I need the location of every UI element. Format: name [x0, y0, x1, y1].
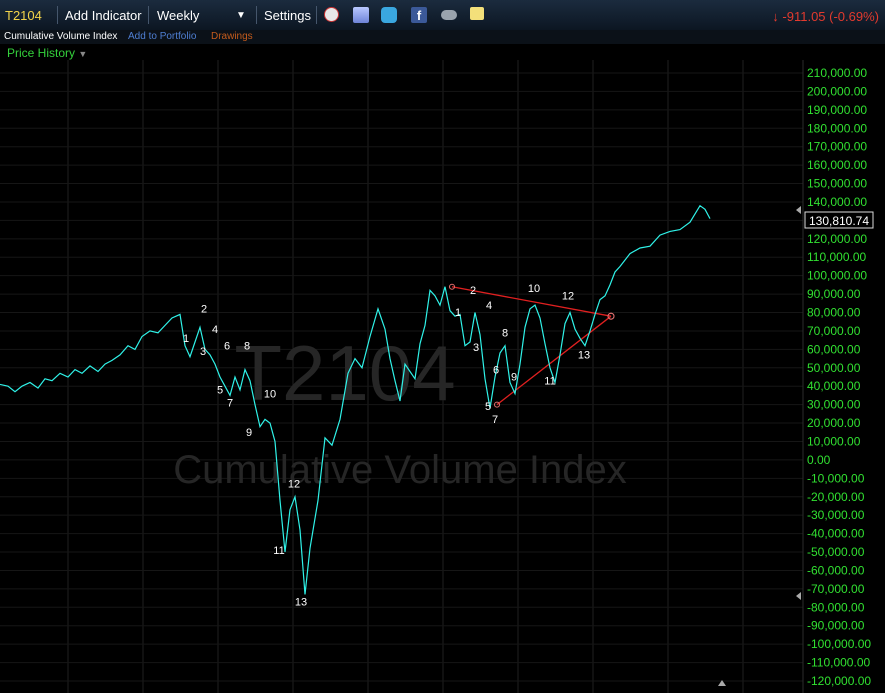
scroll-marker-icon[interactable] [796, 592, 801, 600]
wave-label: 6 [224, 340, 230, 352]
wave-label: 9 [511, 372, 517, 384]
watermark-symbol: T2104 [234, 329, 455, 417]
y-tick-label: 50,000.00 [807, 361, 861, 375]
y-tick-label: -70,000.00 [807, 582, 865, 596]
y-tick-label: 90,000.00 [807, 287, 861, 301]
wave-label: 7 [492, 414, 498, 426]
y-tick-label: 120,000.00 [807, 232, 867, 246]
y-tick-label: 200,000.00 [807, 84, 867, 98]
wave-label: 9 [246, 427, 252, 439]
y-tick-label: 140,000.00 [807, 195, 867, 209]
chart: T2104 Cumulative Volume Index 1234567891… [0, 60, 874, 693]
y-tick-label: 100,000.00 [807, 269, 867, 283]
wave-label: 8 [502, 327, 508, 339]
wave-label: 12 [288, 479, 300, 491]
wave-label: 2 [201, 304, 207, 316]
y-tick-label: -30,000.00 [807, 508, 865, 522]
wave-label: 6 [493, 364, 499, 376]
y-tick-label: -100,000.00 [807, 637, 871, 651]
y-tick-label: -110,000.00 [807, 656, 870, 670]
watermark-name: Cumulative Volume Index [173, 448, 627, 492]
y-tick-label: 190,000.00 [807, 103, 867, 117]
y-tick-label: 60,000.00 [807, 342, 861, 356]
wave-label: 4 [212, 324, 218, 336]
wave-label: 5 [217, 385, 223, 397]
y-tick-label: 10,000.00 [807, 434, 861, 448]
wave-label: 11 [273, 545, 284, 557]
y-tick-label: 180,000.00 [807, 121, 867, 135]
wave-label: 3 [473, 342, 479, 354]
y-tick-label: -40,000.00 [807, 527, 865, 541]
wave-label: 10 [264, 388, 276, 400]
y-tick-label: 160,000.00 [807, 158, 867, 172]
wave-label: 5 [485, 401, 491, 413]
y-tick-label: -10,000.00 [807, 471, 865, 485]
wave-label: 11 [544, 375, 555, 387]
wave-label: 13 [578, 350, 590, 362]
y-tick-label: 30,000.00 [807, 398, 861, 412]
y-tick-label: 20,000.00 [807, 416, 861, 430]
wave-label: 4 [486, 300, 492, 312]
scroll-marker-icon[interactable] [796, 206, 801, 214]
y-tick-label: -90,000.00 [807, 619, 865, 633]
y-tick-label: -60,000.00 [807, 563, 865, 577]
y-tick-label: -50,000.00 [807, 545, 865, 559]
y-tick-label: 210,000.00 [807, 66, 867, 80]
y-tick-label: -80,000.00 [807, 600, 865, 614]
wave-label: 1 [183, 333, 189, 345]
y-tick-label: -120,000.00 [807, 674, 871, 688]
y-tick-label: -20,000.00 [807, 490, 865, 504]
wave-label: 1 [455, 307, 461, 319]
wave-label: 7 [227, 397, 233, 409]
y-tick-label: 110,000.00 [807, 250, 866, 264]
y-axis: 210,000.00 200,000.00 190,000.00 180,000.00… [807, 66, 871, 688]
y-tick-label: 0.00 [807, 453, 831, 467]
y-tick-label: 40,000.00 [807, 379, 861, 393]
y-tick-label: 170,000.00 [807, 140, 867, 154]
y-tick-label: 70,000.00 [807, 324, 861, 338]
y-tick-label: 150,000.00 [807, 177, 867, 191]
y-tick-label: 80,000.00 [807, 306, 861, 320]
wave-label: 3 [200, 346, 206, 358]
last-value: 130,810.74 [809, 214, 869, 228]
wave-label: 13 [295, 596, 307, 608]
wave-label: 2 [470, 285, 476, 297]
wave-label: 10 [528, 283, 540, 295]
wave-label: 12 [562, 291, 574, 303]
wave-label: 8 [244, 340, 250, 352]
